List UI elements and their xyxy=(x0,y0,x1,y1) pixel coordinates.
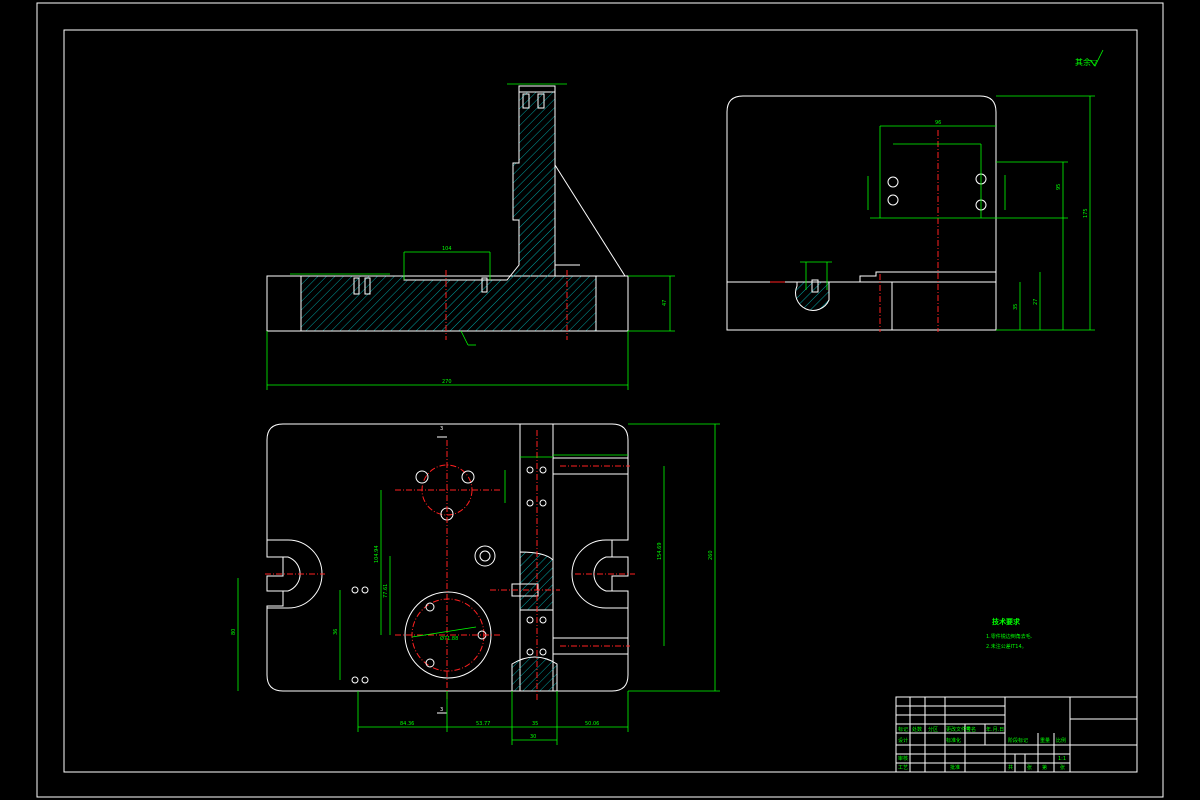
tech-req-line-1: 1.零件锐边倒角去毛. xyxy=(986,633,1033,640)
svg-text:张: 张 xyxy=(1027,764,1032,771)
svg-text:阶段标记: 阶段标记 xyxy=(1008,737,1028,744)
svg-text:30: 30 xyxy=(530,734,536,740)
svg-text:175: 175 xyxy=(1083,208,1089,218)
svg-text:设计: 设计 xyxy=(898,737,908,744)
svg-text:95: 95 xyxy=(1056,184,1062,190)
svg-text:77.61: 77.61 xyxy=(383,584,389,598)
svg-text:35: 35 xyxy=(532,721,538,727)
svg-text:36: 36 xyxy=(333,629,339,635)
svg-text:104: 104 xyxy=(442,246,452,252)
svg-text:年.月.日: 年.月.日 xyxy=(986,726,1004,733)
technical-requirements: 技术要求 1.零件锐边倒角去毛. 2.未注公差IT14。 xyxy=(986,617,1033,650)
svg-text:154.69: 154.69 xyxy=(657,543,663,561)
inner-frame xyxy=(63,29,1138,773)
svg-text:共: 共 xyxy=(1008,764,1013,771)
front-view: 270 104 47 xyxy=(266,83,675,390)
svg-text:Ø71.88: Ø71.88 xyxy=(440,635,458,642)
svg-text:260: 260 xyxy=(708,550,714,560)
svg-text:审核: 审核 xyxy=(898,755,908,762)
svg-text:重量: 重量 xyxy=(1040,737,1050,744)
svg-text:标记: 标记 xyxy=(898,726,908,733)
svg-text:标准化: 标准化 xyxy=(946,737,961,744)
title-block: 标记 处数 分区 更改文件号 签名 年.月.日 设计 标准化 审核 工艺 批准 … xyxy=(895,696,1138,773)
tech-req-line-2: 2.未注公差IT14。 xyxy=(986,643,1027,650)
svg-text:3: 3 xyxy=(440,426,443,432)
roughness-note: 其余▽ xyxy=(1075,49,1104,67)
side-view: 96 175 95 27 35 xyxy=(726,95,1095,332)
svg-text:104.94: 104.94 xyxy=(374,546,380,564)
svg-text:处数: 处数 xyxy=(912,726,922,733)
svg-text:1:1: 1:1 xyxy=(1058,756,1066,762)
svg-text:80: 80 xyxy=(231,629,237,635)
svg-text:27: 27 xyxy=(1033,299,1039,305)
svg-text:53.77: 53.77 xyxy=(476,721,490,727)
svg-text:比例: 比例 xyxy=(1056,737,1066,744)
cad-drawing: 其余▽ 270 104 47 96 175 95 27 35 3 3 260 1… xyxy=(36,2,1164,798)
outer-frame xyxy=(36,2,1164,798)
svg-text:批准: 批准 xyxy=(950,764,960,771)
svg-text:270: 270 xyxy=(442,379,452,385)
svg-text:张: 张 xyxy=(1060,764,1065,771)
top-view: 3 3 260 154.69 104.94 77.61 80 36 84.36 … xyxy=(231,423,720,745)
svg-text:签名: 签名 xyxy=(966,726,976,733)
svg-text:工艺: 工艺 xyxy=(898,765,908,771)
tech-req-title: 技术要求 xyxy=(992,617,1021,626)
svg-text:35: 35 xyxy=(1013,304,1019,310)
svg-text:分区: 分区 xyxy=(928,726,938,733)
svg-text:47: 47 xyxy=(662,300,668,306)
svg-text:84.36: 84.36 xyxy=(400,721,414,727)
svg-text:第: 第 xyxy=(1042,764,1047,771)
svg-text:3: 3 xyxy=(440,707,443,713)
svg-text:50.06: 50.06 xyxy=(585,721,599,727)
svg-text:96: 96 xyxy=(935,120,941,126)
